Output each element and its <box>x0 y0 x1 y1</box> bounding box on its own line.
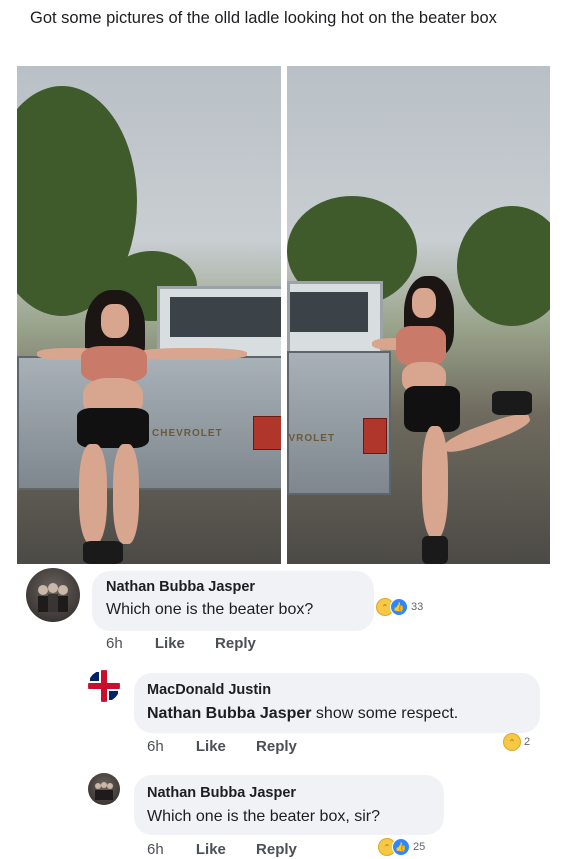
like-button[interactable]: Like <box>155 635 185 652</box>
reaction-summary[interactable]: ᵔ 👍 25 <box>378 838 425 856</box>
tailgate-label: VROLET <box>288 433 336 444</box>
comment-actions: 6h Like Reply <box>106 635 282 652</box>
cab-window <box>170 297 281 337</box>
like-reaction-icon: 👍 <box>392 838 410 856</box>
boot <box>83 541 123 564</box>
flag-icon <box>88 670 120 702</box>
comment-author[interactable]: Nathan Bubba Jasper <box>147 785 296 801</box>
woman-figure <box>371 276 532 564</box>
haha-reaction-icon: ᵔ <box>503 733 521 751</box>
top <box>395 326 446 366</box>
reaction-count: 2 <box>524 736 531 748</box>
comment-bubble <box>134 775 444 835</box>
reply-button[interactable]: Reply <box>256 738 297 755</box>
arm <box>137 348 247 360</box>
group-photo-icon <box>95 782 113 800</box>
face <box>101 304 129 338</box>
comment-author[interactable]: MacDonald Justin <box>147 682 271 698</box>
top <box>81 346 147 382</box>
reaction-count: 25 <box>413 841 426 853</box>
mention-link[interactable]: Nathan Bubba Jasper <box>147 705 311 722</box>
cab-window <box>289 292 368 332</box>
comment-actions: 6h Like Reply <box>147 841 323 858</box>
tail-light <box>253 416 281 450</box>
reaction-count: 33 <box>411 601 424 613</box>
like-reaction-icon: 👍 <box>390 598 408 616</box>
truck-cab <box>286 281 383 357</box>
leg <box>79 444 107 544</box>
post-text: Got some pictures of the olld ladle look… <box>30 9 497 27</box>
like-button[interactable]: Like <box>196 841 226 858</box>
avatar[interactable] <box>88 773 120 805</box>
comment-text: Nathan Bubba Jasper show some respect. <box>147 705 458 723</box>
comment-time[interactable]: 6h <box>106 635 123 652</box>
boot <box>421 536 448 564</box>
comment-author[interactable]: Nathan Bubba Jasper <box>106 579 255 595</box>
comment-actions: 6h Like Reply <box>147 738 323 755</box>
leg <box>113 444 139 544</box>
comment-time[interactable]: 6h <box>147 738 164 755</box>
leg <box>421 426 448 538</box>
comment-text: Which one is the beater box? <box>106 601 314 618</box>
woman-figure <box>37 286 247 564</box>
like-button[interactable]: Like <box>196 738 226 755</box>
reaction-summary[interactable]: ᵔ 2 <box>503 733 530 751</box>
comment-time[interactable]: 6h <box>147 841 164 858</box>
group-photo-icon <box>38 583 68 612</box>
avatar[interactable] <box>26 568 80 622</box>
reply-button[interactable]: Reply <box>256 841 297 858</box>
comment-body: show some respect. <box>311 705 459 722</box>
post-photos[interactable]: CHEVROLET VROLET <box>17 66 550 564</box>
photo-left[interactable]: CHEVROLET <box>17 66 281 564</box>
boot <box>491 391 532 415</box>
avatar[interactable] <box>88 670 120 702</box>
shorts <box>77 408 149 448</box>
reaction-summary[interactable]: ᵔ 👍 33 <box>376 598 423 616</box>
face <box>411 288 436 318</box>
comment-text: Which one is the beater box, sir? <box>147 808 381 825</box>
photo-right[interactable]: VROLET <box>286 66 550 564</box>
reply-button[interactable]: Reply <box>215 635 256 652</box>
